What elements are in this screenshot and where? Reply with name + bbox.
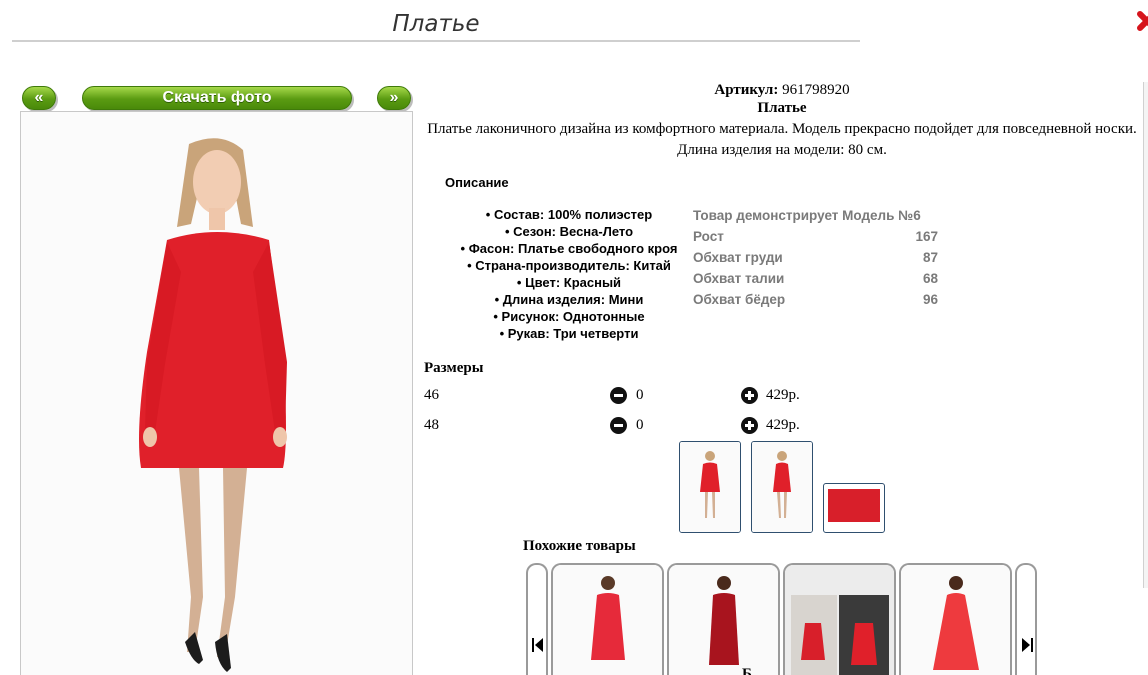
- measurement-value: 167: [915, 229, 938, 244]
- download-photo-button[interactable]: Скачать фото: [82, 86, 352, 110]
- fabric-swatch-thumbnail[interactable]: [823, 483, 885, 533]
- property-item: • Фасон: Платье свободного кроя: [460, 241, 678, 256]
- main-product-photo: [20, 111, 413, 675]
- property-item: • Длина изделия: Мини: [494, 292, 644, 307]
- property-item: • Цвет: Красный: [516, 275, 622, 290]
- close-icon[interactable]: [1134, 8, 1148, 42]
- size-price: 429р.: [766, 387, 800, 403]
- prev-photo-button[interactable]: «: [22, 86, 56, 110]
- similar-products-heading: Похожие товары: [523, 538, 636, 554]
- sku-value: 961798920: [782, 82, 850, 98]
- carousel-next-button[interactable]: [1015, 563, 1037, 675]
- size-quantity: 0: [636, 387, 644, 403]
- size-label: 46: [424, 387, 439, 403]
- measurement-value: 87: [922, 250, 938, 265]
- skip-forward-icon: [1022, 638, 1033, 652]
- property-item: • Рисунок: Однотонные: [493, 309, 645, 324]
- measurement-value: 68: [922, 271, 938, 286]
- section-heading-partial: Б: [742, 666, 752, 675]
- similar-product-card[interactable]: [551, 563, 664, 675]
- similar-product-card[interactable]: [899, 563, 1012, 675]
- measurement-label: Обхват груди: [693, 250, 783, 265]
- skip-back-icon: [532, 638, 543, 652]
- measurement-row: Обхват талии 68: [693, 270, 938, 291]
- property-list: • Состав: 100% полиэстер • Сезон: Весна-…: [440, 206, 698, 342]
- size-price: 429р.: [766, 417, 800, 433]
- measurement-label: Обхват бёдер: [693, 292, 786, 307]
- similar-product-card[interactable]: [667, 563, 780, 675]
- property-item: • Сезон: Весна-Лето: [504, 224, 634, 239]
- model-heading: Товар демонстрирует Модель №6: [693, 208, 921, 223]
- sizes-heading: Размеры: [424, 360, 484, 376]
- minus-icon[interactable]: [610, 417, 627, 434]
- measurement-row: Рост 167: [693, 228, 938, 249]
- product-description: Платье лаконичного дизайна из комфортног…: [427, 121, 1137, 158]
- minus-icon[interactable]: [610, 387, 627, 404]
- carousel-prev-button[interactable]: [526, 563, 548, 675]
- measurement-label: Рост: [693, 229, 724, 244]
- next-photo-button[interactable]: »: [377, 86, 411, 110]
- measurement-label: Обхват талии: [693, 271, 785, 286]
- plus-icon[interactable]: [741, 387, 758, 404]
- page-title: Платье: [12, 8, 860, 42]
- measurement-row: Обхват бёдер 96: [693, 291, 938, 312]
- scrollbar[interactable]: [1143, 82, 1148, 588]
- model-measurements: Товар демонстрирует Модель №6 Рост 167 Об…: [693, 207, 938, 312]
- size-quantity: 0: [636, 417, 644, 433]
- measurement-value: 96: [922, 292, 938, 307]
- product-name: Платье: [757, 100, 807, 116]
- description-heading: Описание: [445, 175, 509, 190]
- property-item: • Рукав: Три четверти: [499, 326, 639, 341]
- plus-icon[interactable]: [741, 417, 758, 434]
- photo-thumbnail[interactable]: [751, 441, 813, 533]
- property-item: • Состав: 100% полиэстер: [485, 207, 653, 222]
- similar-product-card[interactable]: [783, 563, 896, 675]
- property-item: • Страна-производитель: Китай: [467, 258, 671, 273]
- product-info: Артикул: 961798920 Платье Платье лаконич…: [422, 80, 1142, 161]
- size-label: 48: [424, 417, 439, 433]
- photo-thumbnail[interactable]: [679, 441, 741, 533]
- sku-label: Артикул:: [714, 82, 779, 98]
- sku-line: Артикул: 961798920: [422, 82, 1142, 99]
- measurement-row: Обхват груди 87: [693, 249, 938, 270]
- size-row: 48 0 429р.: [424, 415, 824, 437]
- size-row: 46 0 429р.: [424, 385, 824, 407]
